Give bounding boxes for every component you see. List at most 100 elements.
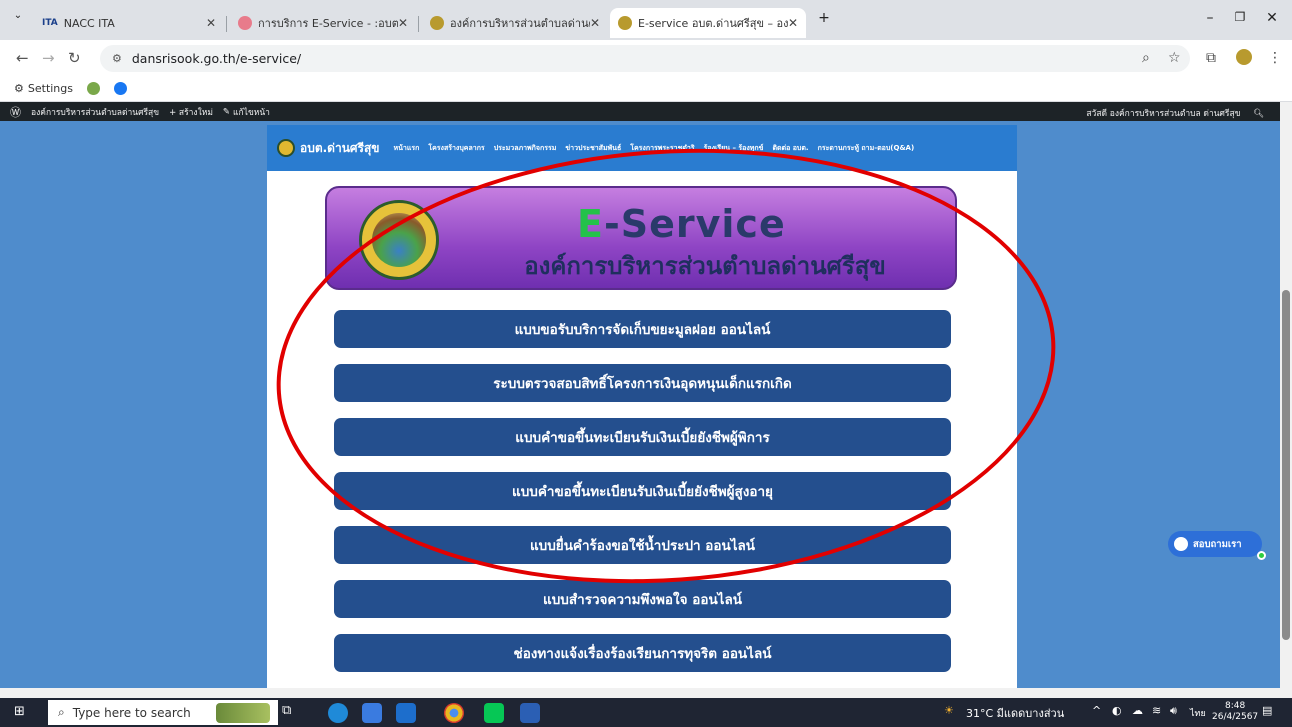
admin-site-link[interactable]: องค์การบริหารส่วนตำบลด่านศรีสุข bbox=[31, 105, 159, 119]
new-tab-button[interactable]: + bbox=[814, 10, 834, 26]
ita-favicon-icon: ITA bbox=[42, 18, 58, 28]
wifi-icon[interactable]: ≋ bbox=[1152, 704, 1161, 717]
windows-start-icon[interactable]: ⊞ bbox=[14, 705, 28, 719]
search-highlight-image[interactable] bbox=[216, 703, 270, 723]
clock-date: 26/4/2567 bbox=[1212, 712, 1259, 722]
site-favicon-icon bbox=[430, 16, 444, 30]
banner-title: E-Service bbox=[577, 202, 786, 246]
tab-nacc-ita[interactable]: ITA NACC ITA ✕ bbox=[34, 8, 224, 38]
service-disability-allowance-button[interactable]: แบบคำขอขึ้นทะเบียนรับเงินเบี้ยยังชีพผู้พ… bbox=[334, 418, 951, 456]
close-icon[interactable]: ✕ bbox=[788, 16, 798, 30]
search-placeholder: Type here to search bbox=[72, 705, 191, 720]
tab-search-icon[interactable]: ⌄ bbox=[8, 10, 28, 21]
scrollbar-thumb[interactable] bbox=[1282, 290, 1290, 640]
browser-toolbar: ← → ↻ ⚙ dansrisook.go.th/e-service/ ⌕ ☆ … bbox=[0, 40, 1292, 76]
bookmark-star-icon[interactable]: ☆ bbox=[1168, 50, 1181, 66]
chat-label: สอบถามเรา bbox=[1193, 538, 1242, 550]
profile-avatar[interactable] bbox=[1236, 49, 1252, 65]
extensions-icon[interactable]: ⧉ bbox=[1206, 50, 1216, 66]
tab-label: องค์การบริหารส่วนตำบลด่านศรีสุข - ... bbox=[450, 17, 590, 30]
chat-button[interactable]: สอบถามเรา bbox=[1168, 531, 1266, 560]
tab-strip: ⌄ ITA NACC ITA ✕ การบริการ E-Service - :… bbox=[0, 0, 1292, 40]
site-favicon-icon bbox=[238, 16, 252, 30]
forward-icon[interactable]: → bbox=[42, 49, 55, 67]
page-bottom-strip bbox=[0, 688, 1292, 698]
eservice-banner: E-Service องค์การบริหารส่วนตำบลด่านศรีสุ… bbox=[325, 186, 957, 290]
tab-separator bbox=[226, 16, 227, 32]
close-icon[interactable]: ✕ bbox=[206, 16, 216, 30]
banner-title-rest: -Service bbox=[603, 202, 786, 246]
clock[interactable]: 8:48 26/4/2567 bbox=[1212, 701, 1258, 723]
bookmark-site-icon[interactable] bbox=[87, 82, 100, 95]
store-icon[interactable] bbox=[362, 703, 382, 723]
facebook-icon[interactable] bbox=[114, 82, 127, 95]
tab-dansrisook-home[interactable]: องค์การบริหารส่วนตำบลด่านศรีสุข - ... ✕ bbox=[422, 8, 608, 38]
onedrive-icon[interactable]: ☁ bbox=[1132, 704, 1143, 717]
messenger-icon bbox=[1174, 537, 1188, 551]
line-icon[interactable] bbox=[484, 703, 504, 723]
menu-item-structure[interactable]: โครงสร้างบุคลากร bbox=[428, 143, 484, 154]
menu-item-news[interactable]: ข่าวประชาสัมพันธ์ bbox=[565, 143, 621, 154]
weather-icon[interactable]: ☀ bbox=[944, 704, 954, 717]
gear-icon: ⚙ bbox=[14, 82, 24, 95]
mail-icon[interactable] bbox=[396, 703, 416, 723]
reload-icon[interactable]: ↻ bbox=[68, 49, 81, 67]
volume-icon[interactable]: 🔊︎ bbox=[1170, 704, 1177, 718]
network-icon[interactable]: ◐ bbox=[1112, 704, 1122, 717]
chrome-icon[interactable] bbox=[444, 703, 464, 723]
menu-item-qa[interactable]: กระดานกระทู้ ถาม-ตอบ(Q&A) bbox=[818, 143, 915, 154]
page-viewport: อบต.ด่านศรีสุข หน้าแรก โครงสร้างบุคลากร … bbox=[0, 121, 1280, 688]
restore-button[interactable]: ❐ bbox=[1230, 10, 1250, 24]
tab-separator bbox=[418, 16, 419, 32]
service-elderly-allowance-button[interactable]: แบบคำขอขึ้นทะเบียนรับเงินเบี้ยยังชีพผู้ส… bbox=[334, 472, 951, 510]
tab-eservice-khokkra[interactable]: การบริการ E-Service - :อบต.โคกกะ... ✕ bbox=[230, 8, 416, 38]
bookmark-settings[interactable]: Settings bbox=[28, 82, 73, 95]
service-corruption-report-button[interactable]: ช่องทางแจ้งเรื่องร้องเรียนการทุจริต ออนไ… bbox=[334, 634, 951, 672]
greeting-text: สวัสดี องค์การบริหารส่วนตำบล ด่านศรีสุข bbox=[1086, 109, 1241, 119]
wordpress-icon[interactable]: Ⓦ bbox=[10, 104, 21, 120]
admin-edit-link[interactable]: แก้ไขหน้า bbox=[233, 105, 270, 119]
menu-item-gallery[interactable]: ประมวลภาพกิจกรรม bbox=[494, 143, 557, 154]
weather-text[interactable]: 31°C มีแดดบางส่วน bbox=[966, 704, 1064, 722]
site-header: อบต.ด่านศรีสุข หน้าแรก โครงสร้างบุคลากร … bbox=[267, 125, 1017, 171]
search-icon[interactable]: 🔍︎ bbox=[1253, 109, 1264, 119]
tab-label: E-service อบต.ด่านศรีสุข – องค์การ... bbox=[638, 17, 788, 30]
site-favicon-icon bbox=[618, 16, 632, 30]
close-icon[interactable]: ✕ bbox=[590, 16, 600, 30]
page-scrollbar[interactable] bbox=[1280, 102, 1292, 688]
menu-item-royal-projects[interactable]: โครงการพระราชดำริ bbox=[630, 143, 694, 154]
address-bar[interactable]: ⚙ dansrisook.go.th/e-service/ bbox=[100, 45, 1190, 72]
banner-subtitle: องค์การบริหารส่วนตำบลด่านศรีสุข bbox=[524, 252, 886, 280]
tab-label: การบริการ E-Service - :อบต.โคกกะ... bbox=[258, 17, 398, 30]
service-waste-collection-button[interactable]: แบบขอรับบริการจัดเก็บขยะมูลฝอย ออนไลน์ bbox=[334, 310, 951, 348]
bookmarks-bar: ⚙ Settings bbox=[0, 76, 1292, 102]
site-info-icon[interactable]: ⚙ bbox=[112, 52, 122, 65]
service-newborn-subsidy-button[interactable]: ระบบตรวจสอบสิทธิ์โครงการเงินอุดหนุนเด็กแ… bbox=[334, 364, 951, 402]
edge-icon[interactable] bbox=[328, 703, 348, 723]
wp-admin-bar: Ⓦ องค์การบริหารส่วนตำบลด่านศรีสุข + สร้า… bbox=[0, 102, 1292, 121]
main-menu: หน้าแรก โครงสร้างบุคลากร ประมวลภาพกิจกรร… bbox=[394, 143, 915, 154]
menu-item-home[interactable]: หน้าแรก bbox=[394, 143, 420, 154]
service-satisfaction-survey-button[interactable]: แบบสำรวจความพึงพอใจ ออนไลน์ bbox=[334, 580, 951, 618]
admin-new-link[interactable]: + สร้างใหม่ bbox=[169, 105, 213, 119]
word-icon[interactable] bbox=[520, 703, 540, 723]
tab-dansrisook-eservice[interactable]: E-service อบต.ด่านศรีสุข – องค์การ... ✕ bbox=[610, 8, 806, 38]
zoom-icon[interactable]: ⌕ bbox=[1142, 50, 1150, 66]
site-logo[interactable] bbox=[277, 139, 295, 157]
service-water-supply-button[interactable]: แบบยื่นคำร้องขอใช้น้ำประปา ออนไลน์ bbox=[334, 526, 951, 564]
notifications-icon[interactable]: ▤ bbox=[1262, 704, 1272, 717]
close-icon[interactable]: ✕ bbox=[398, 16, 408, 30]
main-content: E-Service องค์การบริหารส่วนตำบลด่านศรีสุ… bbox=[267, 171, 1017, 688]
tray-chevron-icon[interactable]: ^ bbox=[1092, 704, 1101, 717]
site-name[interactable]: อบต.ด่านศรีสุข bbox=[300, 139, 380, 158]
admin-greeting[interactable]: สวัสดี องค์การบริหารส่วนตำบล ด่านศรีสุข … bbox=[1076, 106, 1264, 120]
language-indicator[interactable]: ไทย bbox=[1190, 706, 1206, 720]
menu-kebab-icon[interactable]: ⋮ bbox=[1268, 50, 1282, 66]
task-view-icon[interactable]: ⧉ bbox=[282, 703, 302, 723]
minimize-button[interactable]: – bbox=[1200, 10, 1220, 26]
close-window-button[interactable]: ✕ bbox=[1262, 10, 1282, 26]
menu-item-complaints[interactable]: ร้องเรียน – ร้องทุกข์ bbox=[704, 143, 764, 154]
back-icon[interactable]: ← bbox=[16, 49, 29, 67]
menu-item-contact[interactable]: ติดต่อ อบต. bbox=[772, 143, 808, 154]
online-status-dot bbox=[1257, 551, 1266, 560]
